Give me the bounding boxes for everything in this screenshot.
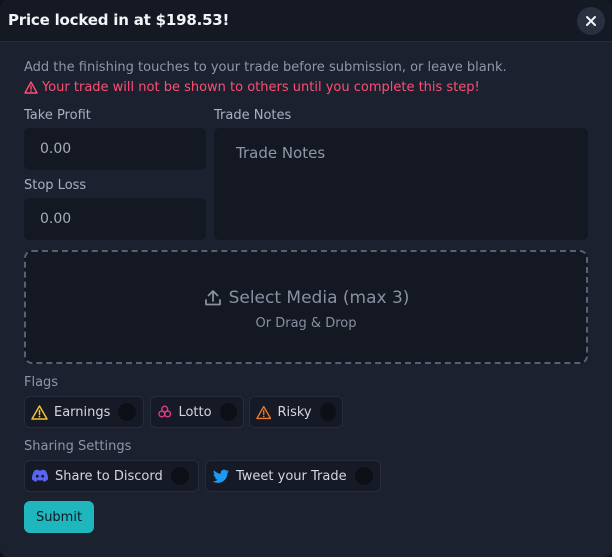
flags-label: Flags <box>24 375 59 390</box>
flag-earnings-toggle[interactable]: Earnings <box>24 396 144 428</box>
upload-icon <box>204 290 221 306</box>
trade-notes-textarea[interactable]: Trade Notes <box>214 128 588 240</box>
flag-lotto-toggle[interactable]: Lotto <box>150 396 244 428</box>
modal-header: Price locked in at $198.53! <box>0 0 612 42</box>
close-button[interactable] <box>577 7 605 35</box>
media-dropzone[interactable]: Select Media (max 3) Or Drag & Drop <box>24 250 588 364</box>
warning-text: Your trade will not be shown to others u… <box>42 80 480 95</box>
share-discord-toggle[interactable]: Share to Discord <box>24 460 199 492</box>
flag-risky-switch[interactable] <box>319 403 336 421</box>
trade-finishing-modal: Price locked in at $198.53! Add the fini… <box>0 0 612 557</box>
share-discord-label: Share to Discord <box>55 468 163 484</box>
flag-lotto-label: Lotto <box>178 404 212 420</box>
warning-icon <box>24 81 38 94</box>
warning-icon <box>31 404 48 420</box>
flag-risky-toggle[interactable]: Risky <box>249 396 343 428</box>
trade-notes-label: Trade Notes <box>214 108 292 123</box>
twitter-icon <box>212 469 229 483</box>
media-dropzone-subtitle: Or Drag & Drop <box>255 316 357 331</box>
intro-warning: Your trade will not be shown to others u… <box>24 80 480 95</box>
trade-notes-placeholder: Trade Notes <box>236 144 326 162</box>
stop-loss-input[interactable]: 0.00 <box>24 198 206 240</box>
discord-icon <box>31 469 49 482</box>
flag-earnings-switch[interactable] <box>118 403 137 421</box>
intro-description: Add the finishing touches to your trade … <box>24 60 507 75</box>
share-discord-switch[interactable] <box>170 467 189 485</box>
warning-icon <box>256 405 272 419</box>
media-title-text: Select Media (max 3) <box>228 288 410 308</box>
biohazard-icon <box>158 405 172 418</box>
take-profit-value: 0.00 <box>40 141 72 157</box>
tweet-trade-toggle[interactable]: Tweet your Trade <box>205 460 381 492</box>
take-profit-input[interactable]: 0.00 <box>24 128 206 170</box>
flag-earnings-label: Earnings <box>54 404 111 420</box>
submit-button[interactable]: Submit <box>24 501 94 533</box>
media-dropzone-title: Select Media (max 3) <box>26 288 586 308</box>
sharing-settings-label: Sharing Settings <box>24 439 132 454</box>
stop-loss-value: 0.00 <box>40 211 72 227</box>
modal-title: Price locked in at $198.53! <box>8 11 230 29</box>
flag-lotto-switch[interactable] <box>219 403 237 421</box>
tweet-trade-label: Tweet your Trade <box>236 468 347 484</box>
tweet-trade-switch[interactable] <box>354 467 373 485</box>
take-profit-label: Take Profit <box>24 108 91 123</box>
stop-loss-label: Stop Loss <box>24 178 87 193</box>
flag-risky-label: Risky <box>277 404 312 420</box>
close-icon <box>586 16 596 26</box>
